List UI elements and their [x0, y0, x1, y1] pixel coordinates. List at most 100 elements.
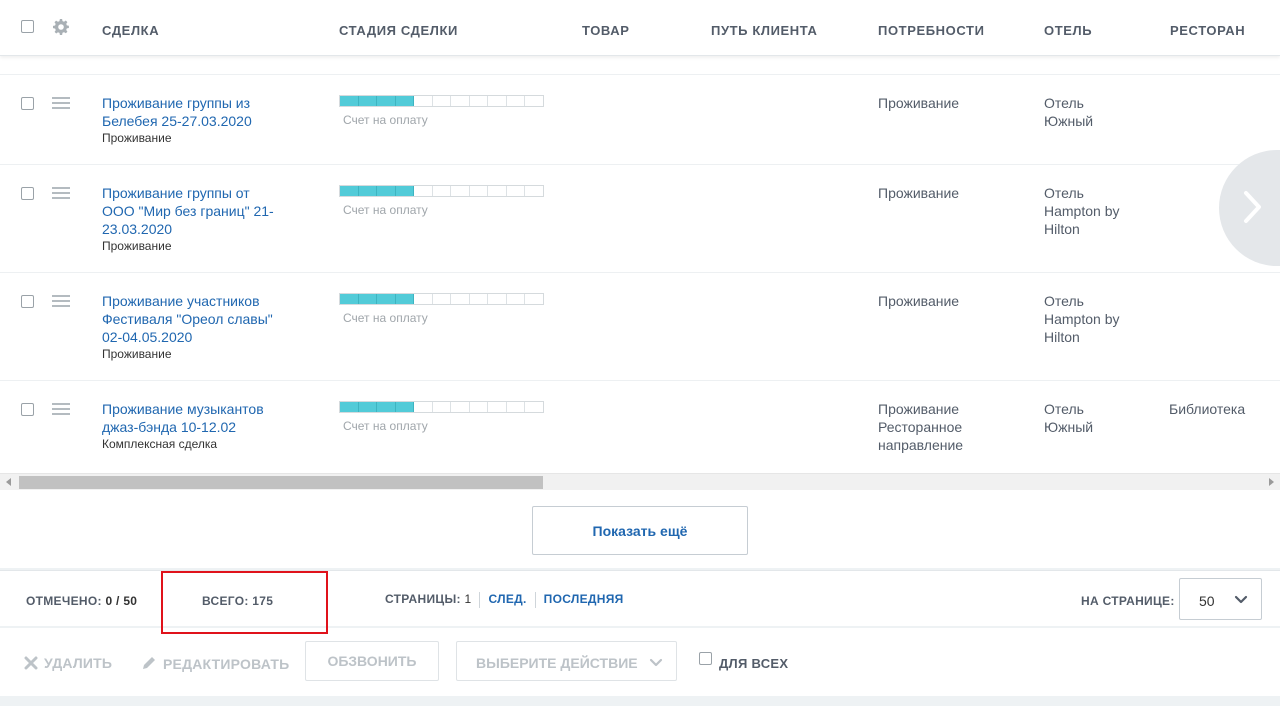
column-header-needs[interactable]: ПОТРЕБНОСТИ: [878, 23, 985, 38]
stage-progress-bar[interactable]: [339, 401, 544, 413]
stage-progress-bar[interactable]: [339, 293, 544, 305]
stage-segment: [340, 186, 359, 196]
column-header-product[interactable]: ТОВАР: [582, 23, 630, 38]
stage-segment: [470, 96, 489, 106]
header-spacer: [0, 57, 1280, 75]
needs-cell: Проживание: [878, 293, 960, 309]
last-page-link[interactable]: ПОСЛЕДНЯЯ: [544, 592, 624, 606]
row-checkbox[interactable]: [21, 97, 34, 110]
per-page-select[interactable]: 50: [1179, 578, 1262, 620]
hotel-cell: Отель Hampton by Hilton: [1044, 293, 1120, 345]
stage-segment: [451, 186, 470, 196]
for-all-checkbox[interactable]: [699, 652, 712, 665]
deal-type: Комплексная сделка: [102, 437, 218, 451]
column-header-journey[interactable]: ПУТЬ КЛИЕНТА: [711, 23, 818, 38]
stage-cell[interactable]: Счет на оплату: [339, 185, 544, 217]
highlight-frame: [161, 571, 328, 634]
pagination: СТРАНИЦЫ: 1 СЛЕД. ПОСЛЕДНЯЯ: [385, 592, 624, 608]
deal-title-link[interactable]: Проживание участников Фестиваля "Ореол с…: [102, 292, 302, 346]
for-all-label: ДЛЯ ВСЕХ: [719, 656, 789, 671]
deal-title-link[interactable]: Проживание группы из Белебея 25-27.03.20…: [102, 94, 302, 130]
column-header-hotel[interactable]: ОТЕЛЬ: [1044, 23, 1092, 38]
column-header-restaurant[interactable]: РЕСТОРАН: [1170, 23, 1245, 38]
stage-segment: [525, 402, 543, 412]
stage-label: Счет на оплату: [343, 311, 428, 325]
table-header: СДЕЛКА СТАДИЯ СДЕЛКИ ТОВАР ПУТЬ КЛИЕНТА …: [0, 0, 1280, 56]
stage-segment: [377, 96, 396, 106]
stage-segment: [488, 186, 507, 196]
needs-cell: Проживание Ресторанное направление: [878, 401, 964, 453]
horizontal-scrollbar[interactable]: [0, 473, 1280, 490]
stage-label: Счет на оплату: [343, 113, 428, 127]
gear-icon[interactable]: [53, 19, 69, 35]
stage-cell[interactable]: Счет на оплату: [339, 95, 544, 127]
drag-handle-icon[interactable]: [52, 187, 70, 199]
stage-segment: [414, 186, 433, 196]
deal-cell: Проживание группы из Белебея 25-27.03.20…: [102, 94, 302, 145]
close-icon: [24, 656, 38, 673]
deal-title-link[interactable]: Проживание группы от ООО "Мир без границ…: [102, 184, 302, 238]
scroll-left-arrow-icon[interactable]: [6, 478, 11, 486]
stage-segment: [507, 294, 526, 304]
deal-cell: Проживание участников Фестиваля "Ореол с…: [102, 292, 302, 361]
stage-progress-bar[interactable]: [339, 95, 544, 107]
stage-segment: [395, 96, 415, 106]
stage-segment: [507, 96, 526, 106]
deal-cell: Проживание музыкантов джаз-бэнда 10-12.0…: [102, 400, 302, 451]
row-checkbox[interactable]: [21, 187, 34, 200]
drag-handle-icon[interactable]: [52, 295, 70, 307]
table-row[interactable]: Проживание группы от ООО "Мир без границ…: [0, 165, 1280, 273]
stage-segment: [433, 186, 452, 196]
select-all-checkbox[interactable]: [21, 20, 34, 33]
stage-segment: [488, 96, 507, 106]
action-bar: УДАЛИТЬ РЕДАКТИРОВАТЬ ОБЗВОНИТЬ ВЫБЕРИТЕ…: [0, 628, 1280, 696]
edit-button[interactable]: РЕДАКТИРОВАТЬ: [141, 655, 289, 674]
column-header-stage[interactable]: СТАДИЯ СДЕЛКИ: [339, 23, 458, 38]
deal-type: Проживание: [102, 239, 172, 253]
column-header-deal[interactable]: СДЕЛКА: [102, 23, 159, 38]
needs-cell: Проживание: [878, 95, 960, 111]
chevron-down-icon: [649, 658, 663, 667]
deal-title-link[interactable]: Проживание музыкантов джаз-бэнда 10-12.0…: [102, 400, 302, 436]
stage-segment: [433, 294, 452, 304]
scroll-right-arrow-icon[interactable]: [1269, 478, 1274, 486]
stage-cell[interactable]: Счет на оплату: [339, 401, 544, 433]
stage-segment: [507, 186, 526, 196]
row-checkbox[interactable]: [21, 295, 34, 308]
stage-segment: [507, 402, 526, 412]
stage-segment: [414, 96, 433, 106]
drag-handle-icon[interactable]: [52, 403, 70, 415]
stage-segment: [377, 402, 396, 412]
table-row[interactable]: Проживание группы из Белебея 25-27.03.20…: [0, 75, 1280, 165]
drag-handle-icon[interactable]: [52, 97, 70, 109]
selected-count: ОТМЕЧЕНО: 0 / 50: [26, 594, 138, 608]
stage-progress-bar[interactable]: [339, 185, 544, 197]
stage-segment: [433, 96, 452, 106]
pencil-icon: [141, 655, 157, 674]
hotel-cell: Отель Южный: [1044, 401, 1094, 435]
stage-segment: [451, 294, 470, 304]
table-row[interactable]: Проживание музыкантов джаз-бэнда 10-12.0…: [0, 381, 1280, 473]
show-more-button[interactable]: Показать ещё: [532, 506, 748, 555]
stage-cell[interactable]: Счет на оплату: [339, 293, 544, 325]
stage-segment: [488, 402, 507, 412]
stage-segment: [525, 186, 543, 196]
stage-segment: [525, 96, 543, 106]
stage-segment: [377, 186, 396, 196]
chevron-right-icon: [1244, 191, 1261, 223]
per-page-label: НА СТРАНИЦЕ:: [1081, 594, 1175, 608]
deal-type: Проживание: [102, 131, 172, 145]
stage-segment: [470, 402, 489, 412]
call-button[interactable]: ОБЗВОНИТЬ: [305, 641, 439, 681]
choose-action-select[interactable]: ВЫБЕРИТЕ ДЕЙСТВИЕ: [456, 641, 677, 681]
stage-segment: [377, 294, 396, 304]
stage-segment: [340, 402, 359, 412]
hotel-cell: Отель Южный: [1044, 95, 1094, 129]
delete-button[interactable]: УДАЛИТЬ: [24, 655, 112, 673]
stage-segment: [340, 294, 359, 304]
stage-label: Счет на оплату: [343, 419, 428, 433]
scrollbar-thumb[interactable]: [19, 476, 543, 489]
row-checkbox[interactable]: [21, 403, 34, 416]
table-row[interactable]: Проживание участников Фестиваля "Ореол с…: [0, 273, 1280, 381]
next-page-link[interactable]: СЛЕД.: [488, 592, 526, 606]
